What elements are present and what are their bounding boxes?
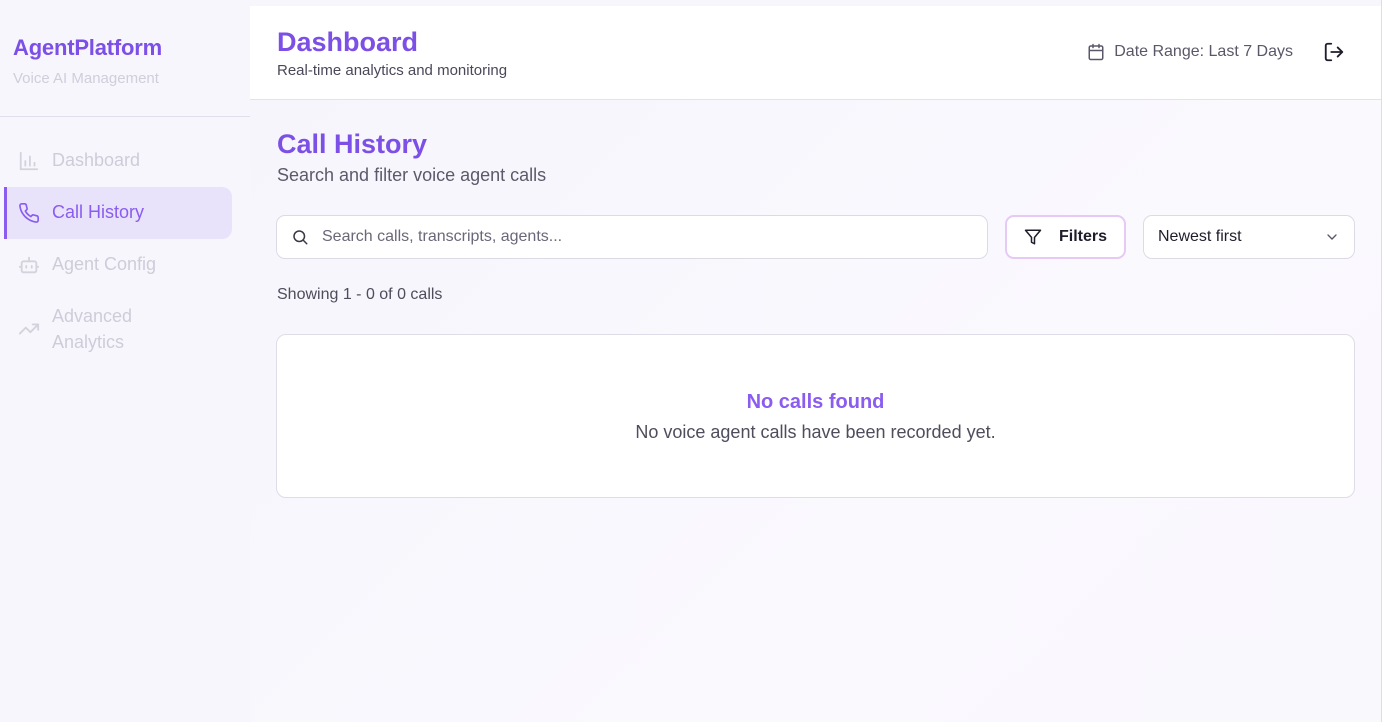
robot-icon: [18, 256, 40, 274]
scrollbar[interactable]: [1381, 0, 1389, 722]
search-input[interactable]: [322, 228, 962, 246]
results-count: Showing 1 - 0 of 0 calls: [277, 286, 443, 303]
empty-state-description: No voice agent calls have been recorded …: [635, 422, 996, 442]
sidebar-item-label: Advanced Analytics: [52, 306, 133, 352]
page-subtitle: Real-time analytics and monitoring: [277, 62, 508, 79]
empty-state-card: No calls found No voice agent calls have…: [276, 334, 1355, 498]
filter-icon: [1024, 229, 1042, 245]
sidebar-item-agent-config[interactable]: Agent Config: [4, 239, 232, 291]
brand-title: AgentPlatform: [13, 35, 162, 60]
sort-select[interactable]: Newest first: [1143, 215, 1355, 259]
bar-chart-icon: [19, 151, 39, 171]
trending-up-icon: [18, 323, 40, 335]
date-range-button[interactable]: Date Range: Last 7 Days: [1087, 43, 1293, 61]
calendar-icon: [1088, 43, 1104, 61]
sidebar-item-label: Agent Config: [52, 254, 157, 274]
search-box[interactable]: [276, 215, 988, 259]
sidebar-item-label: Dashboard: [52, 150, 141, 170]
empty-state-title: No calls found: [746, 391, 885, 413]
sidebar-nav: Dashboard Call History Agent Config Adva…: [0, 117, 250, 367]
sidebar-item-call-history[interactable]: Call History: [4, 187, 232, 239]
top-header: Dashboard Real-time analytics and monito…: [250, 6, 1381, 100]
section-subtitle: Search and filter voice agent calls: [277, 165, 547, 185]
sort-value: Newest first: [1158, 228, 1242, 245]
sidebar-item-label: Call History: [52, 202, 145, 222]
sidebar-item-advanced-analytics[interactable]: Advanced Analytics: [4, 291, 232, 367]
section-title: Call History: [277, 129, 428, 159]
page-title: Dashboard: [277, 27, 419, 57]
brand-subtitle: Voice AI Management: [13, 70, 159, 87]
main-content: Call History Search and filter voice age…: [250, 100, 1381, 722]
sidebar-item-dashboard[interactable]: Dashboard: [4, 135, 232, 187]
brand: AgentPlatform Voice AI Management: [0, 0, 250, 117]
sidebar: AgentPlatform Voice AI Management Dashbo…: [0, 0, 250, 722]
filters-button[interactable]: Filters: [1005, 215, 1126, 259]
filters-label: Filters: [1058, 228, 1107, 245]
logout-icon[interactable]: [1323, 41, 1345, 63]
date-range-label: Date Range: Last 7 Days: [1114, 43, 1293, 60]
phone-icon: [19, 203, 39, 223]
search-icon: [293, 230, 308, 245]
chevron-down-icon: [1327, 234, 1337, 240]
